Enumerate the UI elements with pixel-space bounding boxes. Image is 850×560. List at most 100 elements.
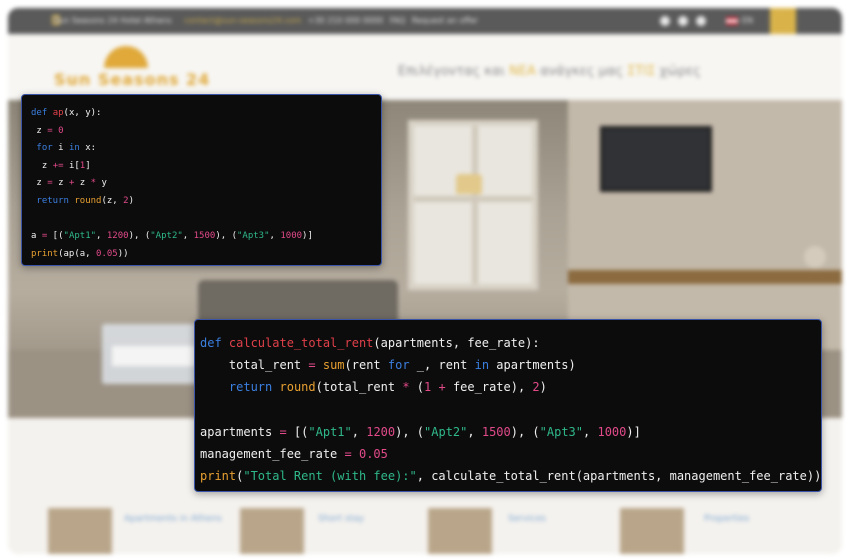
code-token: ), ( bbox=[215, 231, 237, 242]
hero-lamp bbox=[456, 174, 482, 194]
code-token: i bbox=[52, 143, 69, 154]
code-token: )) bbox=[117, 248, 129, 259]
tagline-part: ανάγκες μας bbox=[535, 64, 628, 79]
code-token: def bbox=[200, 336, 229, 350]
code-token: a bbox=[31, 231, 42, 242]
code-token: calculate_total_rent bbox=[228, 336, 374, 350]
code-token: = bbox=[279, 424, 287, 439]
code-token: ), ( bbox=[510, 424, 540, 439]
card-thumbnail[interactable] bbox=[48, 508, 112, 554]
facebook-icon[interactable] bbox=[660, 16, 670, 26]
code-line: print("Total Rent (with fee):", calculat… bbox=[200, 465, 821, 487]
topbar-link[interactable]: +30 210 000 0000 bbox=[308, 16, 383, 25]
language-selector[interactable]: EN bbox=[742, 16, 753, 25]
code-token: (z, bbox=[101, 195, 124, 206]
code-token: += bbox=[52, 160, 64, 171]
code-line: apartments = [("Apt1", 1200), ("Apt2", 1… bbox=[200, 421, 821, 443]
hero-shelf bbox=[568, 270, 842, 284]
code-token: ), ( bbox=[128, 231, 151, 242]
site-topbar: Sun Seasons 24 Hotel Athens contact@sun-… bbox=[8, 8, 842, 34]
code-token: (ap(a, bbox=[58, 248, 97, 259]
topbar-link[interactable]: FAQ bbox=[390, 16, 406, 25]
code-token: + bbox=[438, 380, 446, 395]
hero-window bbox=[408, 120, 538, 290]
code-token: 1500 bbox=[481, 424, 511, 439]
code-token: for bbox=[36, 143, 53, 154]
topbar-links[interactable]: contact@sun-seasons24.com +30 210 000 00… bbox=[184, 16, 478, 25]
code-token: z bbox=[31, 160, 53, 171]
code-line: return round(z, 2) bbox=[31, 193, 381, 211]
code-token: in bbox=[68, 143, 80, 154]
card-title[interactable]: Services bbox=[508, 514, 546, 524]
code-token: management_fee_rate bbox=[200, 446, 345, 461]
code-token: z bbox=[74, 178, 91, 189]
code-token: apartments) bbox=[489, 358, 576, 373]
card-thumbnail[interactable] bbox=[240, 508, 304, 554]
code-token: [( bbox=[47, 231, 64, 242]
code-line: def calculate_total_rent(apartments, fee… bbox=[200, 332, 821, 354]
tagline-part: Επιλέγοντας και bbox=[398, 64, 509, 79]
code-token: z bbox=[52, 178, 69, 189]
card-thumbnail[interactable] bbox=[428, 508, 492, 554]
site-logo-text[interactable]: Sun Seasons 24 bbox=[54, 70, 210, 89]
code-token: in bbox=[474, 358, 490, 373]
code-token: ( bbox=[409, 380, 425, 395]
code-token: 0.05 bbox=[96, 248, 118, 259]
code-token: 0 bbox=[58, 125, 64, 136]
twitter-icon[interactable] bbox=[678, 16, 688, 26]
code-token: ), ( bbox=[395, 424, 425, 439]
code-token: (rent bbox=[344, 358, 388, 373]
card-title[interactable]: Apartments in Athens bbox=[124, 514, 222, 524]
topbar-link[interactable]: contact@sun-seasons24.com bbox=[184, 16, 301, 25]
code-token: = bbox=[308, 358, 316, 373]
code-token: , bbox=[583, 424, 598, 439]
code-token: round bbox=[74, 195, 102, 206]
code-token: "Apt2" bbox=[150, 231, 183, 242]
instagram-icon[interactable] bbox=[696, 16, 706, 26]
card-title[interactable]: Short stay bbox=[318, 514, 364, 524]
code-token: "Apt1" bbox=[308, 424, 352, 439]
code-token: , bbox=[182, 231, 194, 242]
code-token: "Apt3" bbox=[539, 424, 584, 439]
code-token: "Total Rent (with fee):" bbox=[243, 469, 417, 484]
code-token: z bbox=[31, 125, 48, 136]
code-token: sum bbox=[322, 358, 345, 373]
topbar-link[interactable]: Request an offer bbox=[412, 16, 478, 25]
code-line: z = 0 bbox=[31, 123, 381, 141]
carousel-next-icon[interactable] bbox=[804, 246, 826, 268]
code-token: [( bbox=[286, 424, 309, 439]
code-token: = bbox=[344, 446, 352, 461]
code-token: print bbox=[200, 469, 237, 484]
code-token: (x, y): bbox=[63, 108, 102, 118]
code-token: , bbox=[96, 231, 107, 242]
code-snippet-large[interactable]: def calculate_total_rent(apartments, fee… bbox=[194, 319, 822, 492]
code-token: , bbox=[269, 231, 281, 242]
code-line: print(ap(a, 0.05)) bbox=[31, 246, 381, 264]
sun-logo-icon[interactable] bbox=[104, 46, 148, 68]
card-title[interactable]: Properties bbox=[704, 514, 749, 524]
code-token: 1500 bbox=[193, 231, 216, 242]
topbar-phone[interactable]: Sun Seasons 24 Hotel Athens bbox=[54, 16, 172, 25]
code-token: return bbox=[228, 380, 273, 395]
code-token: )] bbox=[302, 231, 313, 242]
code-token: ap bbox=[52, 108, 64, 118]
hero-tv bbox=[600, 126, 712, 192]
code-line: z += i[1] bbox=[31, 158, 381, 176]
menu-button[interactable] bbox=[770, 8, 796, 34]
code-token: , bbox=[467, 424, 482, 439]
code-token: for bbox=[387, 358, 410, 373]
code-token: 1000 bbox=[280, 231, 303, 242]
site-tagline: Επιλέγοντας και ΝΕΑ ανάγκες μας ΣΤΙΣ χώρ… bbox=[398, 64, 701, 79]
flag-icon[interactable] bbox=[726, 17, 738, 25]
code-token: print bbox=[31, 248, 59, 259]
code-token: "Apt3" bbox=[237, 231, 270, 242]
code-token: 2 bbox=[532, 380, 540, 395]
card-thumbnail[interactable] bbox=[620, 508, 684, 554]
code-token: apartments bbox=[200, 424, 280, 439]
code-token: , calculate_total_rent(apartments, manag… bbox=[416, 469, 822, 484]
code-token: 1200 bbox=[366, 424, 396, 439]
code-line: for i in x: bbox=[31, 140, 381, 158]
code-snippet-small[interactable]: def ap(x, y): z = 0 for i in x: z += i[1… bbox=[21, 94, 382, 266]
tagline-highlight: ΝΕΑ bbox=[509, 64, 536, 79]
